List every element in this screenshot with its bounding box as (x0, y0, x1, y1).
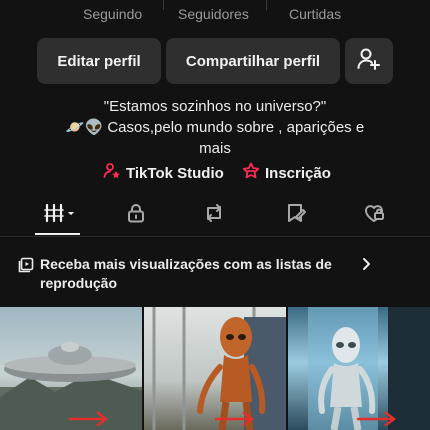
stat-divider (163, 0, 164, 10)
video-thumbnail[interactable] (288, 307, 430, 430)
followers-stat[interactable]: Seguidores (178, 6, 249, 22)
tab-liked[interactable] (361, 202, 387, 228)
video-grid (0, 307, 430, 430)
tab-reposts[interactable] (201, 202, 227, 228)
followers-label: Seguidores (178, 6, 249, 22)
pale-alien-image (308, 307, 430, 430)
tiktok-studio-link[interactable]: TikTok Studio (103, 162, 224, 184)
profile-bio: "Estamos sozinhos no universo?" 🪐👽 Casos… (0, 96, 430, 159)
tab-favorites[interactable] (283, 202, 309, 228)
active-tab-indicator (35, 233, 80, 235)
tiktok-studio-label: TikTok Studio (126, 164, 224, 182)
playlist-promo-banner[interactable]: Receba mais visualizações com as listas … (0, 245, 430, 297)
add-user-icon (356, 46, 382, 76)
banner-text: Receba mais visualizações com as listas … (40, 256, 332, 291)
profile-links: TikTok Studio Inscrição (0, 162, 430, 184)
tab-private[interactable] (123, 202, 149, 228)
studio-icon (103, 162, 121, 184)
video-thumbnail[interactable] (144, 307, 286, 430)
playlist-icon (18, 257, 34, 278)
share-profile-button[interactable]: Compartilhar perfil (166, 38, 340, 84)
stat-divider (266, 0, 267, 10)
grid-icon (44, 202, 78, 229)
following-label: Seguindo (83, 6, 143, 22)
following-stat[interactable]: Seguindo (83, 6, 142, 22)
bio-line: mais (199, 140, 231, 157)
heart-icon (362, 202, 386, 229)
bio-line: 🪐👽 Casos,pelo mundo sobre , aparições e (65, 119, 365, 136)
stats-row: Seguindo Seguidores Curtidas (0, 0, 430, 30)
profile-tabs (0, 196, 430, 236)
subscription-label: Inscrição (265, 164, 331, 182)
tabs-divider (0, 236, 430, 237)
ufo-image (0, 342, 142, 430)
bio-line: "Estamos sozinhos no universo?" (103, 98, 327, 115)
subscription-icon (242, 162, 260, 184)
bookmark-icon (284, 202, 308, 229)
repost-icon (202, 202, 226, 229)
video-thumbnail[interactable] (0, 307, 142, 430)
likes-label: Curtidas (289, 6, 342, 22)
tab-videos[interactable] (44, 202, 78, 228)
orange-alien-image (152, 307, 286, 430)
likes-stat[interactable]: Curtidas (289, 6, 341, 22)
add-friend-button[interactable] (345, 38, 393, 84)
chevron-right-icon (360, 257, 372, 276)
subscription-link[interactable]: Inscrição (242, 162, 331, 184)
edit-profile-button[interactable]: Editar perfil (37, 38, 161, 84)
lock-icon (125, 202, 147, 229)
